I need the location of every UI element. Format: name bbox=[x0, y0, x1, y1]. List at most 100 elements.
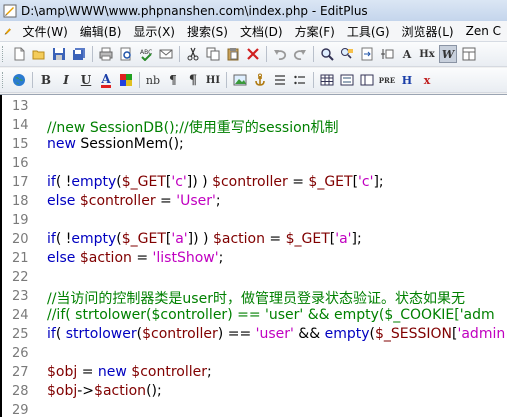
undo-icon[interactable] bbox=[272, 46, 288, 62]
toolbar-grip[interactable] bbox=[2, 72, 6, 88]
menu-tools[interactable]: 工具(G) bbox=[341, 23, 396, 40]
code-token: ( ! bbox=[55, 231, 72, 247]
paragraph-button[interactable]: ¶ bbox=[165, 72, 181, 88]
code-token: ; bbox=[218, 250, 224, 266]
replace-icon[interactable] bbox=[339, 46, 355, 62]
line-number: 16 bbox=[12, 156, 29, 171]
insert-form-icon[interactable] bbox=[339, 72, 355, 88]
menu-document[interactable]: 文档(D) bbox=[234, 23, 289, 40]
italic-button[interactable]: I bbox=[58, 72, 74, 88]
code-line[interactable]: 29 bbox=[0, 402, 507, 417]
wordwrap-w-icon[interactable]: W bbox=[439, 45, 457, 63]
menu-search[interactable]: 搜索(S) bbox=[181, 23, 234, 40]
toolbar-grip[interactable] bbox=[2, 46, 6, 62]
save-all-icon[interactable] bbox=[71, 46, 87, 62]
list-bullet-icon[interactable] bbox=[292, 72, 308, 88]
code-token: 'User' bbox=[176, 193, 216, 209]
insert-image-icon[interactable] bbox=[232, 72, 248, 88]
code-token: $_GET bbox=[121, 231, 166, 247]
redo-icon[interactable] bbox=[292, 46, 308, 62]
line-number: 19 bbox=[12, 213, 29, 228]
code-line[interactable]: 14 //new SessionDB();//使用重写的session机制 bbox=[0, 117, 507, 136]
browser-globe-icon[interactable] bbox=[11, 72, 27, 88]
code-line[interactable]: 24 //if( strtolower($controller) == 'user… bbox=[0, 307, 507, 326]
toolbar-separator bbox=[139, 72, 140, 88]
horizontal-rule-button[interactable]: HI bbox=[205, 72, 221, 88]
code-line[interactable]: 18 else $controller = 'User'; bbox=[0, 193, 507, 212]
menu-view[interactable]: 显示(X) bbox=[127, 23, 181, 40]
code-token: ; bbox=[215, 193, 221, 209]
code-line[interactable]: 19 bbox=[0, 212, 507, 231]
toolbar-separator bbox=[179, 46, 180, 62]
insert-template-icon[interactable] bbox=[379, 46, 395, 62]
line-number: 22 bbox=[12, 270, 29, 285]
main-toolbar: ABC A Hx W bbox=[0, 42, 507, 67]
bold-button[interactable]: B bbox=[38, 72, 54, 88]
heading-button[interactable]: H bbox=[399, 72, 415, 88]
code-line[interactable]: 13 bbox=[0, 98, 507, 117]
code-token: $_GET bbox=[121, 174, 166, 190]
code-text: new SessionMem(); bbox=[47, 136, 184, 152]
code-text: //if( strtolower($controller) == 'user' … bbox=[47, 307, 495, 323]
nbsp-button[interactable]: nb bbox=[145, 72, 161, 88]
code-token: $obj bbox=[47, 364, 78, 380]
menu-project[interactable]: 方案(F) bbox=[289, 23, 341, 40]
insert-frame-icon[interactable] bbox=[359, 72, 375, 88]
code-editor[interactable]: 13 14//new SessionDB();//使用重写的session机制 15… bbox=[0, 94, 507, 417]
close-tag-button[interactable]: x bbox=[419, 72, 435, 88]
code-token: ; bbox=[206, 364, 212, 380]
line-number: 15 bbox=[12, 137, 29, 152]
code-line[interactable]: 17 if( !empty($_GET['c']) ) $controller =… bbox=[0, 174, 507, 193]
code-line[interactable]: 26 bbox=[0, 345, 507, 364]
code-line[interactable]: 15 new SessionMem(); bbox=[0, 136, 507, 155]
code-token: $controller bbox=[212, 174, 288, 190]
menu-browser[interactable]: 浏览器(L) bbox=[396, 23, 460, 40]
print-preview-icon[interactable] bbox=[118, 46, 134, 62]
color-picker-icon[interactable] bbox=[118, 72, 134, 88]
paste-icon[interactable] bbox=[225, 46, 241, 62]
code-line[interactable]: 23 //当访问的控制器类是user时，做管理员登录状态验证。状态如果无 bbox=[0, 288, 507, 307]
save-icon[interactable] bbox=[51, 46, 67, 62]
pen-icon[interactable] bbox=[4, 24, 13, 38]
code-text: if( strtolower($controller) == 'user' &&… bbox=[47, 326, 505, 342]
anchor-icon[interactable] bbox=[252, 72, 268, 88]
code-line[interactable]: 28 $obj->$action(); bbox=[0, 383, 507, 402]
line-number: 14 bbox=[12, 118, 29, 133]
insert-table-icon[interactable] bbox=[319, 72, 335, 88]
break-button[interactable]: ¶ bbox=[185, 72, 201, 88]
code-line[interactable]: 22 bbox=[0, 269, 507, 288]
open-folder-icon[interactable] bbox=[31, 46, 47, 62]
menu-file[interactable]: 文件(W) bbox=[17, 23, 74, 40]
code-line[interactable]: 27 $obj = new $controller; bbox=[0, 364, 507, 383]
delete-icon[interactable] bbox=[245, 46, 261, 62]
line-number: 23 bbox=[12, 289, 29, 304]
menu-edit[interactable]: 编辑(B) bbox=[74, 23, 128, 40]
print-icon[interactable] bbox=[98, 46, 114, 62]
goto-line-icon[interactable] bbox=[359, 46, 375, 62]
word-wrap-icon[interactable]: A bbox=[399, 46, 415, 62]
code-line[interactable]: 16 bbox=[0, 155, 507, 174]
insert-list-icon[interactable] bbox=[272, 72, 288, 88]
line-number: 17 bbox=[12, 175, 29, 190]
cut-icon[interactable] bbox=[185, 46, 201, 62]
code-line[interactable]: 20 if( !empty($_GET['a']) ) $action = $_G… bbox=[0, 231, 507, 250]
hex-viewer-icon[interactable]: Hx bbox=[419, 46, 435, 62]
code-line[interactable]: 25 if( strtolower($controller) == 'user' … bbox=[0, 326, 507, 345]
find-icon[interactable] bbox=[319, 46, 335, 62]
code-line[interactable]: 21 else $action = 'listShow'; bbox=[0, 250, 507, 269]
toolbar-separator bbox=[92, 46, 93, 62]
code-token: if bbox=[47, 231, 56, 247]
mail-icon[interactable] bbox=[158, 46, 174, 62]
spell-check-icon[interactable]: ABC bbox=[138, 46, 154, 62]
copy-icon[interactable] bbox=[205, 46, 221, 62]
menu-zen-coding[interactable]: Zen C bbox=[460, 24, 507, 38]
code-token: 'a' bbox=[171, 231, 188, 247]
code-token: $obj bbox=[47, 383, 78, 399]
new-file-icon[interactable] bbox=[11, 46, 27, 62]
font-color-button[interactable]: A bbox=[98, 72, 114, 88]
code-token: //new SessionDB();//使用重写的session机制 bbox=[47, 120, 339, 136]
line-number: 20 bbox=[12, 232, 29, 247]
pre-button[interactable]: PRE bbox=[379, 72, 395, 88]
underline-button[interactable]: U bbox=[78, 72, 94, 88]
tile-windows-icon[interactable] bbox=[461, 46, 477, 62]
